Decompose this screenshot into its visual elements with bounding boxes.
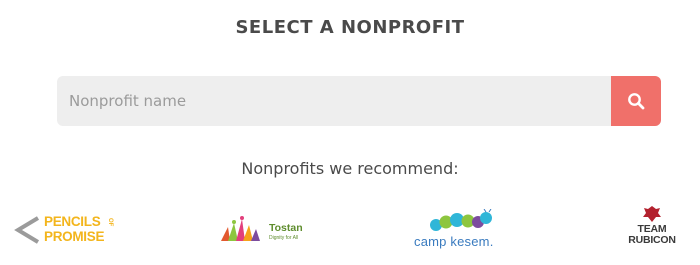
pencils-logo-small: OF: [107, 218, 113, 227]
nonprofit-logo-camp-kesem[interactable]: camp kesem.: [412, 209, 504, 251]
tostan-tagline: Dignity for All: [269, 235, 299, 241]
rubicon-emblem-icon: [643, 206, 661, 222]
tostan-logo-text: Tostan: [269, 222, 303, 234]
pencils-logo-text: PENCILS PROMISE: [44, 214, 105, 244]
camp-kesem-logo-text: camp kesem.: [414, 234, 494, 249]
nonprofit-logo-pencils-of-promise[interactable]: PENCILS PROMISE OF: [14, 212, 119, 248]
nonprofit-logo-team-rubicon[interactable]: TEAM RUBICON: [624, 205, 680, 253]
search-bar: [57, 76, 661, 126]
nonprofit-search-input[interactable]: [57, 76, 611, 126]
chevron-left-icon: [14, 216, 40, 244]
recommendations-heading: Nonprofits we recommend:: [241, 159, 459, 178]
page-title: SELECT A NONPROFIT: [235, 17, 465, 38]
search-button[interactable]: [611, 76, 661, 126]
tostan-figures-icon: [221, 216, 260, 241]
search-icon: [628, 93, 645, 110]
caterpillar-icon: [430, 209, 492, 231]
nonprofit-logo-tostan[interactable]: Tostan Dignity for All: [218, 213, 308, 247]
team-rubicon-logo-text: TEAM RUBICON: [628, 223, 676, 246]
